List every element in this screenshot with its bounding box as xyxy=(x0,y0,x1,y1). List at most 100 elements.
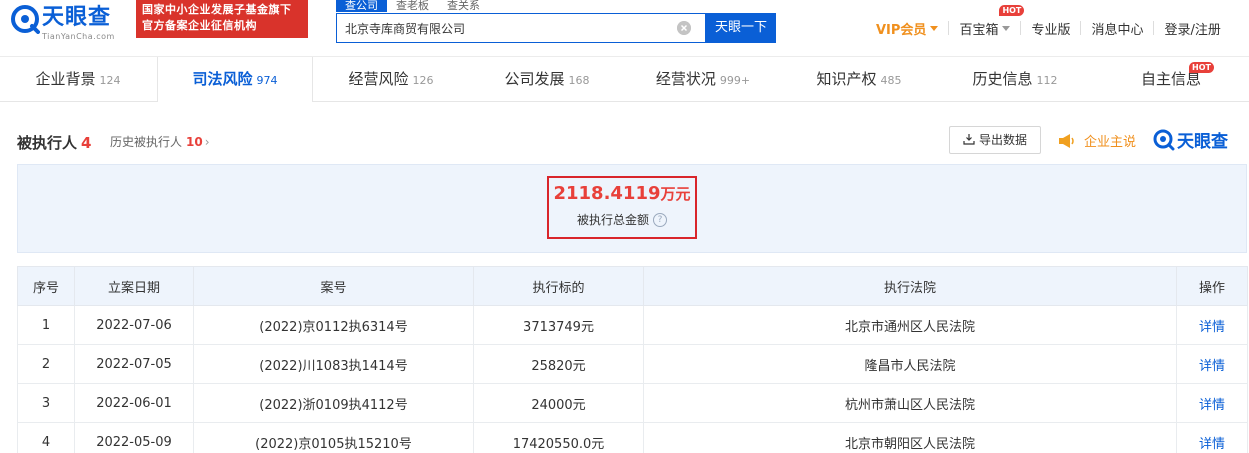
top-header: 天眼查 TianYanCha.com 国家中小企业发展子基金旗下 官方备案企业征… xyxy=(0,0,1249,56)
search-button[interactable]: 天眼一下 xyxy=(706,13,776,43)
tab-label: 经营状况 xyxy=(655,70,716,88)
cell-case-number: (2022)川1083执1414号 xyxy=(193,344,474,384)
details-link[interactable]: 详情 xyxy=(1176,422,1248,453)
total-amount-box: 2118.4119万元 被执行总金额 ? xyxy=(547,176,697,239)
pro-edition-link[interactable]: 专业版 xyxy=(1031,19,1070,38)
vip-label: VIP会员 xyxy=(876,22,927,38)
slogan-line-2: 官方备案企业征信机构 xyxy=(142,19,257,32)
column-header: 执行标的 xyxy=(473,266,644,306)
history-executed-link[interactable]: 历史被执行人 10 › xyxy=(110,133,210,150)
toolbox-menu[interactable]: 百宝箱 HOT xyxy=(959,4,1025,38)
chevron-down-icon xyxy=(1002,25,1011,31)
tab-intellectual-property[interactable]: 知识产权 485 xyxy=(781,57,937,102)
logo-name: 天眼查 xyxy=(42,5,112,30)
total-amount-unit: 万元 xyxy=(660,185,691,203)
tab-company-development[interactable]: 公司发展 168 xyxy=(469,57,625,102)
cell-amount: 24000元 xyxy=(473,383,644,423)
search-input[interactable]: 北京寺库商贸有限公司 xyxy=(345,20,465,37)
section-title-label: 被执行人 xyxy=(17,134,78,152)
slogan-banner: 国家中小企业发展子基金旗下 官方备案企业征信机构 xyxy=(136,0,308,38)
divider xyxy=(1153,21,1155,35)
export-data-button[interactable]: 导出数据 xyxy=(949,126,1041,154)
help-icon[interactable]: ? xyxy=(653,212,667,227)
tab-history-info[interactable]: 历史信息 112 xyxy=(937,57,1093,102)
tab-count: 485 xyxy=(880,74,902,87)
tab-count: 112 xyxy=(1036,74,1058,87)
section-title: 被执行人 4 xyxy=(17,132,91,153)
column-header: 执行法院 xyxy=(643,266,1177,306)
history-count: 10 xyxy=(186,135,203,149)
top-nav: VIP会员 百宝箱 HOT 专业版 消息中心 登录/注册 xyxy=(876,4,1221,38)
tab-company-background[interactable]: 企业背景 124 xyxy=(0,57,156,102)
tab-count: 168 xyxy=(568,74,590,87)
category-tabs: 企业背景 124 司法风险 974 经营风险 126 公司发展 168 经营状况 999+… xyxy=(0,56,1249,102)
search-tab-company[interactable]: 查公司 xyxy=(336,0,387,12)
cell-case-number: (2022)京0112执6314号 xyxy=(193,305,474,345)
tab-label: 经营风险 xyxy=(348,70,409,88)
megaphone-icon xyxy=(1059,133,1074,148)
toolbox-label: 百宝箱 xyxy=(959,22,999,38)
tab-label: 司法风险 xyxy=(192,70,253,88)
total-amount: 2118.4119万元 xyxy=(549,183,695,205)
slogan-line-1: 国家中小企业发展子基金旗下 xyxy=(142,3,292,16)
cell-court: 隆昌市人民法院 xyxy=(643,344,1177,384)
hot-badge: HOT xyxy=(999,4,1025,16)
section-count: 4 xyxy=(81,134,92,152)
logo-domain: TianYanCha.com xyxy=(42,32,115,41)
tianyancha-logo-icon xyxy=(1153,129,1175,150)
tab-label: 知识产权 xyxy=(816,70,877,88)
search-tab-relation[interactable]: 查关系 xyxy=(438,0,489,12)
tab-judicial-risk[interactable]: 司法风险 974 xyxy=(157,57,313,102)
search-tab-boss[interactable]: 查老板 xyxy=(387,0,438,12)
summary-panel: 2118.4119万元 被执行总金额 ? xyxy=(17,164,1247,253)
brand-small-name: 天眼查 xyxy=(1177,132,1228,152)
search-box[interactable]: 北京寺库商贸有限公司 xyxy=(336,13,706,43)
cell-court: 北京市通州区人民法院 xyxy=(643,305,1177,345)
login-register-link[interactable]: 登录/注册 xyxy=(1164,19,1220,38)
cell-filing-date: 2022-05-09 xyxy=(74,422,194,453)
column-header: 立案日期 xyxy=(74,266,194,306)
divider xyxy=(1080,21,1082,35)
tab-business-status[interactable]: 经营状况 999+ xyxy=(625,57,781,102)
executed-persons-table: 序号 立案日期 案号 执行标的 执行法院 操作 1 2022-07-06 (20… xyxy=(17,266,1248,453)
cell-filing-date: 2022-07-05 xyxy=(74,344,194,384)
total-amount-label-row: 被执行总金额 ? xyxy=(549,211,695,228)
tab-self-info[interactable]: 自主信息 HOT xyxy=(1093,57,1249,102)
tab-label: 历史信息 xyxy=(972,70,1033,88)
table-row: 3 2022-06-01 (2022)浙0109执4112号 24000元 杭州… xyxy=(17,383,1248,423)
tianyancha-logo-icon xyxy=(11,5,40,34)
owner-says-link[interactable]: 企业主说 xyxy=(1058,131,1136,150)
tab-label: 企业背景 xyxy=(35,70,96,88)
table-header-row: 序号 立案日期 案号 执行标的 执行法院 操作 xyxy=(17,266,1248,306)
promo-label: 企业主说 xyxy=(1084,135,1137,150)
vip-menu[interactable]: VIP会员 xyxy=(876,19,939,38)
chevron-down-icon xyxy=(930,25,939,31)
table-row: 4 2022-05-09 (2022)京0105执15210号 17420550… xyxy=(17,422,1248,453)
cell-case-number: (2022)京0105执15210号 xyxy=(193,422,474,453)
cell-amount: 17420550.0元 xyxy=(473,422,644,453)
chevron-right-icon: › xyxy=(204,135,210,149)
message-center-link[interactable]: 消息中心 xyxy=(1091,19,1143,38)
history-label: 历史被执行人 xyxy=(110,135,183,149)
download-icon xyxy=(963,134,975,145)
tab-label: 公司发展 xyxy=(504,70,565,88)
cell-filing-date: 2022-07-06 xyxy=(74,305,194,345)
details-link[interactable]: 详情 xyxy=(1176,305,1248,345)
column-header: 序号 xyxy=(17,266,75,306)
divider xyxy=(948,21,950,35)
cell-filing-date: 2022-06-01 xyxy=(74,383,194,423)
clear-icon[interactable] xyxy=(677,21,691,35)
main-content: 被执行人 4 历史被执行人 10 › 导出数据 企业主说 天眼查 2118.4119万… xyxy=(0,102,1249,453)
tab-operating-risk[interactable]: 经营风险 126 xyxy=(313,57,469,102)
cell-court: 杭州市萧山区人民法院 xyxy=(643,383,1177,423)
cell-index: 1 xyxy=(17,305,75,345)
details-link[interactable]: 详情 xyxy=(1176,344,1248,384)
logo[interactable]: 天眼查 TianYanCha.com xyxy=(10,4,126,41)
brand-watermark: 天眼查 xyxy=(1153,127,1228,152)
total-amount-label: 被执行总金额 xyxy=(576,213,649,227)
cell-court: 北京市朝阳区人民法院 xyxy=(643,422,1177,453)
details-link[interactable]: 详情 xyxy=(1176,383,1248,423)
cell-case-number: (2022)浙0109执4112号 xyxy=(193,383,474,423)
column-header: 操作 xyxy=(1176,266,1248,306)
divider xyxy=(1020,21,1022,35)
